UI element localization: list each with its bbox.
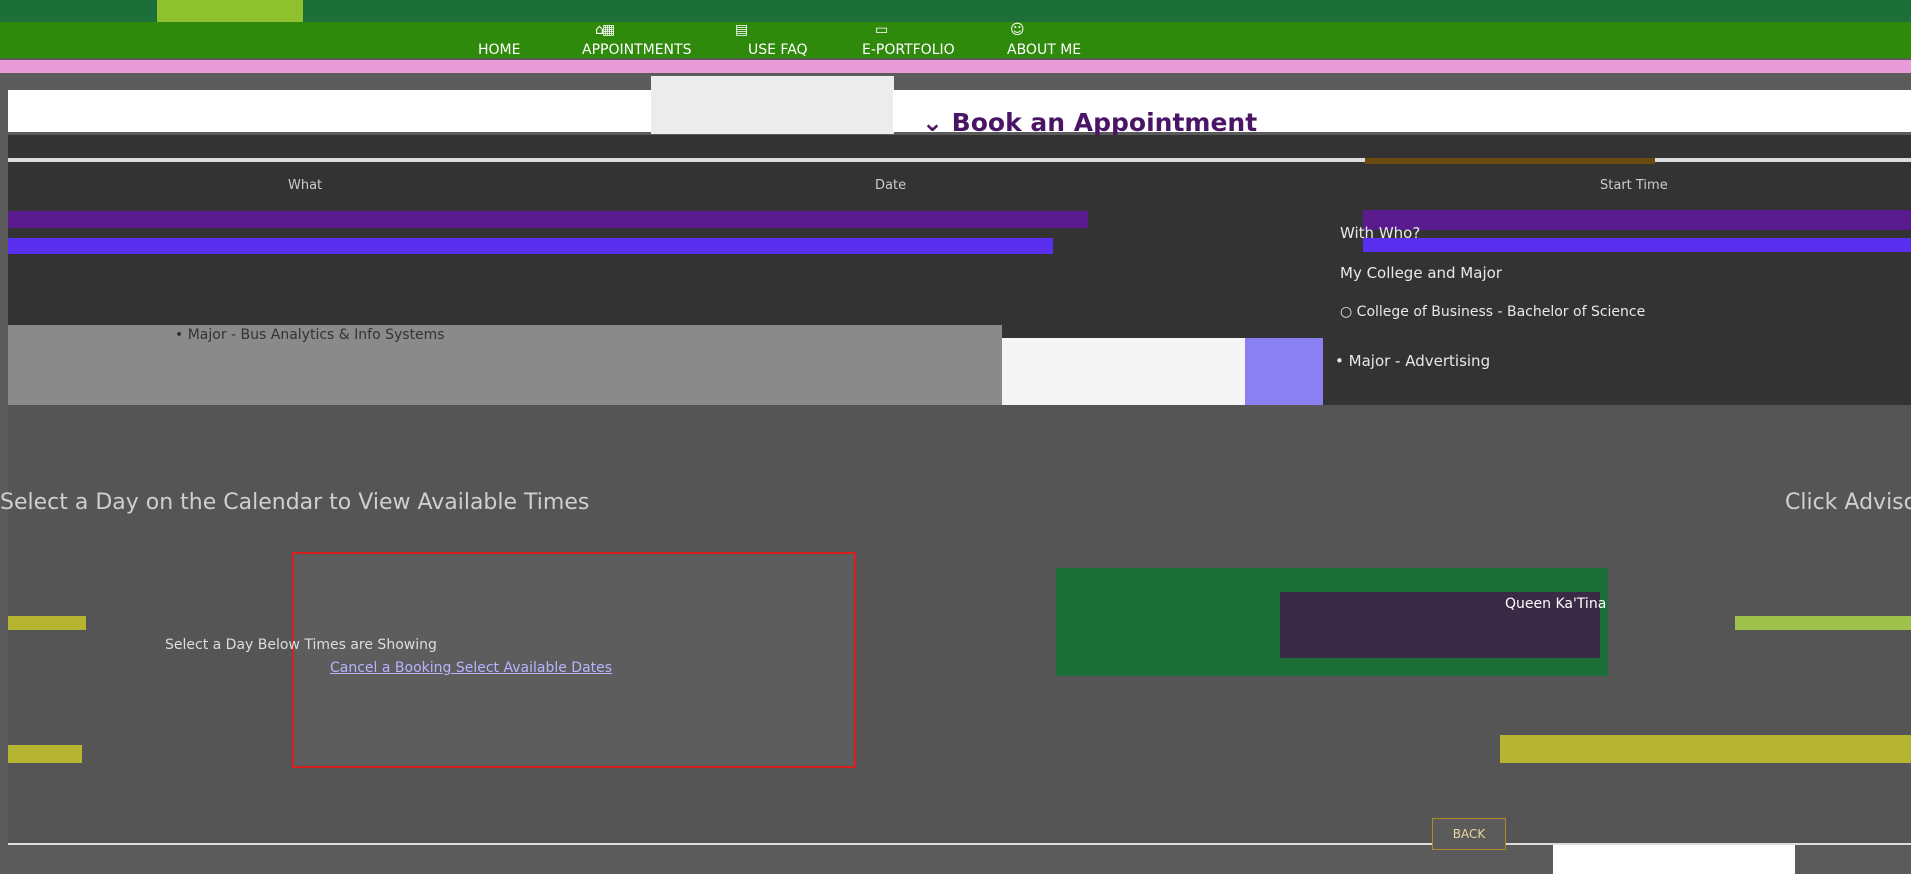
portfolio-icon: ▭ [875, 22, 889, 38]
calendar-icon: ▦ [602, 22, 616, 38]
color-swatch [8, 616, 86, 630]
book-appointment-title: Book an Appointment [951, 108, 1258, 137]
what-select[interactable] [8, 211, 1088, 228]
cancel-booking-link[interactable]: Cancel a Booking Select Available Dates [330, 660, 612, 676]
back-button[interactable]: BACK [1432, 818, 1506, 850]
active-tab-indicator [157, 0, 303, 22]
chevron-down-icon: ⌄ [922, 108, 943, 137]
info-box [1002, 338, 1245, 405]
major-band [8, 325, 1002, 405]
divider [1365, 158, 1655, 164]
nav-home[interactable]: HOME [478, 42, 520, 58]
radio-icon[interactable]: ○ [1340, 304, 1352, 320]
start-time-select[interactable] [1363, 210, 1911, 230]
color-swatch [1245, 338, 1323, 405]
with-who-label: With Who? [1340, 224, 1421, 242]
user-icon: ☺ [1010, 22, 1025, 38]
date-select[interactable] [8, 238, 1053, 254]
col-header-what: What [288, 178, 323, 193]
document-icon: ▤ [735, 22, 749, 38]
college-major-label: My College and Major [1340, 264, 1502, 282]
footer-panel [1553, 845, 1795, 874]
gap-panel [651, 76, 894, 134]
calendar-note: Select a Day Below Times are Showing [165, 637, 437, 653]
click-advisor-title: Click Advisor [1785, 490, 1911, 515]
color-swatch [1500, 735, 1911, 763]
col-header-start-time: Start Time [1600, 178, 1668, 193]
book-appointment-heading[interactable]: ⌄ Book an Appointment [922, 108, 1257, 137]
bullet-icon: • [1335, 352, 1344, 370]
calendar-instructions-title: Select a Day on the Calendar to View Ava… [0, 490, 590, 515]
col-header-date: Date [875, 178, 907, 193]
accent-band [0, 60, 1911, 73]
top-nav-bar: ⌂ HOME ▦ APPOINTMENTS ▤ USE FAQ ▭ E-PORT… [0, 0, 1911, 63]
nav-use-faq[interactable]: USE FAQ [748, 42, 808, 58]
major-secondary-item: • Major - Advertising [1335, 352, 1491, 370]
color-swatch [1735, 616, 1911, 630]
with-who-select[interactable] [1363, 238, 1911, 252]
college-line: ○ College of Business - Bachelor of Scie… [1340, 304, 1646, 320]
color-swatch [8, 745, 82, 763]
major-primary-item: • Major - Bus Analytics & Info Systems [175, 327, 445, 343]
bullet-icon: • [175, 327, 184, 343]
nav-appointments[interactable]: APPOINTMENTS [582, 42, 691, 58]
left-panel [8, 90, 651, 132]
advisor-name: Queen Ka'Tina [1505, 596, 1607, 612]
nav-about-me[interactable]: ABOUT ME [1007, 42, 1081, 58]
